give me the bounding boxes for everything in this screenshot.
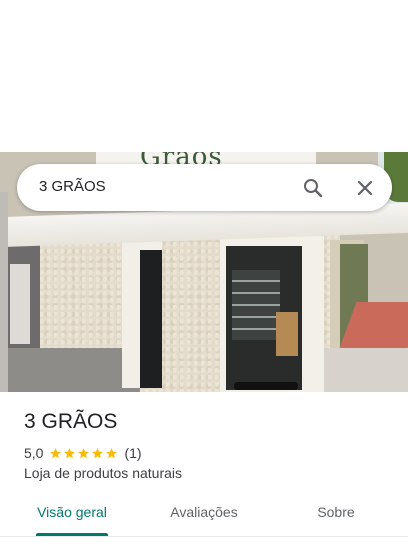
door-mat xyxy=(234,382,298,390)
tab-divider xyxy=(0,536,408,537)
street xyxy=(0,348,140,392)
blank-top-area xyxy=(0,0,408,152)
place-category: Loja de produtos naturais xyxy=(24,465,182,481)
tab-reviews[interactable]: Avaliações xyxy=(156,504,252,520)
close-icon[interactable] xyxy=(353,176,377,200)
search-input[interactable]: 3 GRÃOS xyxy=(39,178,106,195)
star-icon xyxy=(92,447,104,458)
rating-row[interactable]: 5,0 (1) xyxy=(24,444,142,462)
tab-about[interactable]: Sobre xyxy=(296,504,376,520)
place-tabs: Visão geral Avaliações Sobre xyxy=(0,496,408,537)
store-shelf xyxy=(232,270,280,340)
side-door xyxy=(140,250,162,388)
star-icon xyxy=(106,447,118,458)
sidewalk-light xyxy=(320,348,408,392)
search-bar[interactable]: 3 GRÃOS xyxy=(17,164,392,211)
neighbor-door xyxy=(10,264,30,344)
star-icon xyxy=(64,447,76,458)
search-icon[interactable] xyxy=(301,176,325,200)
star-icon xyxy=(50,447,62,458)
review-count[interactable]: (1) xyxy=(124,445,141,461)
tab-overview[interactable]: Visão geral xyxy=(24,504,120,520)
star-rating xyxy=(49,447,119,460)
street-pole xyxy=(0,192,8,392)
rating-value: 5,0 xyxy=(24,445,44,461)
store-counter xyxy=(276,312,298,356)
star-icon xyxy=(78,447,90,458)
place-title: 3 GRÃOS xyxy=(24,410,118,433)
